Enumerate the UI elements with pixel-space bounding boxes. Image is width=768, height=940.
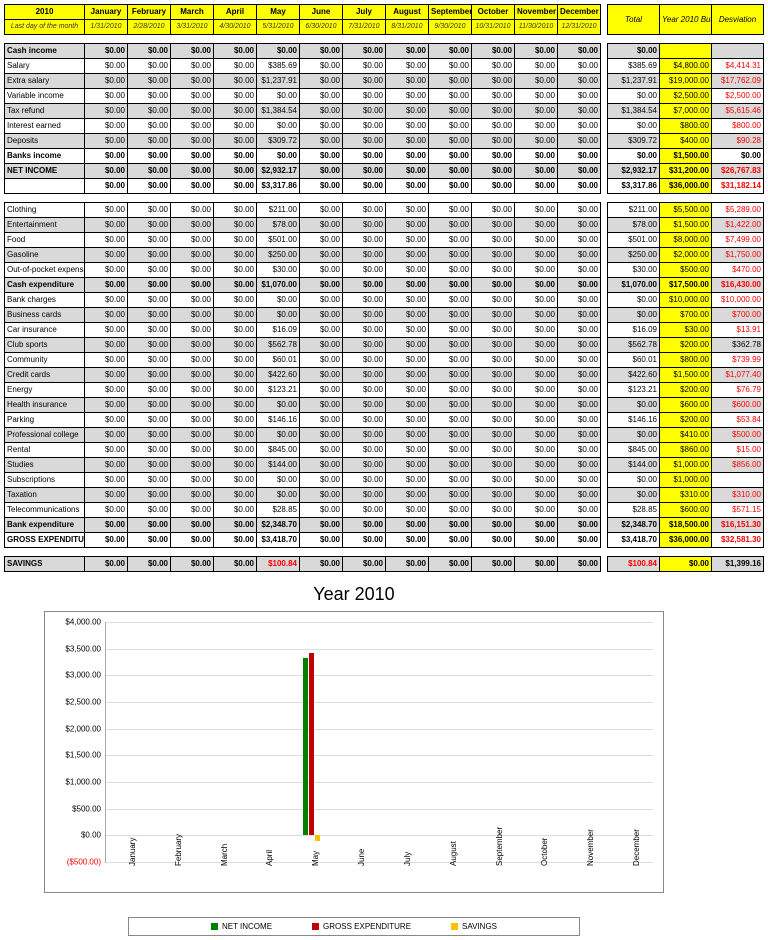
summary-row: $60.01$800.00$739.99 (608, 353, 764, 368)
table-row: Community$0.00$0.00$0.00$0.00$60.01$0.00… (5, 353, 601, 368)
summary-row: $250.00$2,000.00$1,750.00 (608, 248, 764, 263)
summary-table: TotalYear 2010 BudgetDesviation$0.00$385… (607, 4, 764, 572)
summary-row: $1,384.54$7,000.00$5,615.46 (608, 104, 764, 119)
chart-container: Year 2010 ($500.00)$0.00$500.00$1,000.00… (44, 584, 664, 936)
chart-title: Year 2010 (44, 584, 664, 605)
summary-row: $309.72$400.00$90.28 (608, 134, 764, 149)
table-row: Bank expenditure$0.00$0.00$0.00$0.00$2,3… (5, 518, 601, 533)
table-row: Rental$0.00$0.00$0.00$0.00$845.00$0.00$0… (5, 443, 601, 458)
table-row: Food$0.00$0.00$0.00$0.00$501.00$0.00$0.0… (5, 233, 601, 248)
budget-sheet: 2010JanuaryFebruaryMarchAprilMayJuneJuly… (4, 4, 764, 936)
summary-row: $0.00$310.00$310.00 (608, 488, 764, 503)
bar (303, 658, 308, 835)
legend-item: NET INCOME (211, 922, 272, 931)
table-row: NET INCOME$0.00$0.00$0.00$0.00$2,932.17$… (5, 164, 601, 179)
summary-row: $0.00$600.00$600.00 (608, 398, 764, 413)
table-row: Bank charges$0.00$0.00$0.00$0.00$0.00$0.… (5, 293, 601, 308)
table-row: Telecommunications$0.00$0.00$0.00$0.00$2… (5, 503, 601, 518)
summary-row: $845.00$860.00$15.00 (608, 443, 764, 458)
summary-row: $422.60$1,500.00$1,077.40 (608, 368, 764, 383)
summary-row: $0.00$410.00$500.00 (608, 428, 764, 443)
summary-row: $3,317.86$36,000.00$31,182.14 (608, 179, 764, 194)
table-row: Interest earned$0.00$0.00$0.00$0.00$0.00… (5, 119, 601, 134)
table-row: Variable income$0.00$0.00$0.00$0.00$0.00… (5, 89, 601, 104)
table-row: Extra salary$0.00$0.00$0.00$0.00$1,237.9… (5, 74, 601, 89)
summary-row: $385.69$4,800.00$4,414.31 (608, 59, 764, 74)
summary-row: $2,348.70$18,500.00$16,151.30 (608, 518, 764, 533)
summary-row: $0.00$2,500.00$2,500.00 (608, 89, 764, 104)
summary-row: $2,932.17$31,200.00$26,767.83 (608, 164, 764, 179)
summary-row: $562.78$200.00$362.78 (608, 338, 764, 353)
table-row: Tax refund$0.00$0.00$0.00$0.00$1,384.54$… (5, 104, 601, 119)
summary-row: $0.00$1,500.00$0.00 (608, 149, 764, 164)
table-row: Deposits$0.00$0.00$0.00$0.00$309.72$0.00… (5, 134, 601, 149)
summary-row: $1,237.91$19,000.00$17,762.09 (608, 74, 764, 89)
table-row: Out-of-pocket expenses$0.00$0.00$0.00$0.… (5, 263, 601, 278)
summary-row: $78.00$1,500.00$1,422.00 (608, 218, 764, 233)
table-row: Credit cards$0.00$0.00$0.00$0.00$422.60$… (5, 368, 601, 383)
table-row: SAVINGS$0.00$0.00$0.00$0.00$100.84$0.00$… (5, 557, 601, 572)
bar (309, 653, 314, 835)
table-row: Taxation$0.00$0.00$0.00$0.00$0.00$0.00$0… (5, 488, 601, 503)
summary-row: $501.00$8,000.00$7,499.00 (608, 233, 764, 248)
table-row: Cash income$0.00$0.00$0.00$0.00$0.00$0.0… (5, 44, 601, 59)
summary-row: $0.00$1,000.00 (608, 473, 764, 488)
table-row: Club sports$0.00$0.00$0.00$0.00$562.78$0… (5, 338, 601, 353)
summary-row: $0.00$700.00$700.00 (608, 308, 764, 323)
summary-row: $123.21$200.00$76.79 (608, 383, 764, 398)
table-row: Banks income$0.00$0.00$0.00$0.00$0.00$0.… (5, 149, 601, 164)
table-row: Clothing$0.00$0.00$0.00$0.00$211.00$0.00… (5, 203, 601, 218)
table-row: Subscriptions$0.00$0.00$0.00$0.00$0.00$0… (5, 473, 601, 488)
summary-row: $0.00 (608, 44, 764, 59)
summary-row: $30.00$500.00$470.00 (608, 263, 764, 278)
table-row: $0.00$0.00$0.00$0.00$3,317.86$0.00$0.00$… (5, 179, 601, 194)
legend-item: SAVINGS (451, 922, 497, 931)
summary-row: $146.16$200.00$53.84 (608, 413, 764, 428)
summary-row: $28.85$600.00$571.15 (608, 503, 764, 518)
summary-row: $0.00$800.00$800.00 (608, 119, 764, 134)
summary-row: $100.84$0.00$1,399.16 (608, 557, 764, 572)
table-row: Studies$0.00$0.00$0.00$0.00$144.00$0.00$… (5, 458, 601, 473)
table-row: Entertainment$0.00$0.00$0.00$0.00$78.00$… (5, 218, 601, 233)
summary-row: $0.00$10,000.00$10,000.00 (608, 293, 764, 308)
summary-row: $144.00$1,000.00$856.00 (608, 458, 764, 473)
table-row: Gasoline$0.00$0.00$0.00$0.00$250.00$0.00… (5, 248, 601, 263)
chart-legend: NET INCOME GROSS EXPENDITURE SAVINGS (128, 917, 580, 936)
table-row: Cash expenditure$0.00$0.00$0.00$0.00$1,0… (5, 278, 601, 293)
summary-row: $3,418.70$36,000.00$32,581.30 (608, 533, 764, 548)
summary-row: $1,070.00$17,500.00$16,430.00 (608, 278, 764, 293)
table-row: Salary$0.00$0.00$0.00$0.00$385.69$0.00$0… (5, 59, 601, 74)
bar (315, 835, 320, 840)
table-row: Business cards$0.00$0.00$0.00$0.00$0.00$… (5, 308, 601, 323)
summary-row: $16.09$30.00$13.91 (608, 323, 764, 338)
main-table: 2010JanuaryFebruaryMarchAprilMayJuneJuly… (4, 4, 601, 572)
legend-item: GROSS EXPENDITURE (312, 922, 411, 931)
table-row: GROSS EXPENDITURE$0.00$0.00$0.00$0.00$3,… (5, 533, 601, 548)
bar-chart: ($500.00)$0.00$500.00$1,000.00$1,500.00$… (44, 611, 664, 893)
table-row: Energy$0.00$0.00$0.00$0.00$123.21$0.00$0… (5, 383, 601, 398)
table-row: Professional college$0.00$0.00$0.00$0.00… (5, 428, 601, 443)
summary-row: $211.00$5,500.00$5,289.00 (608, 203, 764, 218)
table-row: Car insurance$0.00$0.00$0.00$0.00$16.09$… (5, 323, 601, 338)
table-row: Health insurance$0.00$0.00$0.00$0.00$0.0… (5, 398, 601, 413)
table-row: Parking$0.00$0.00$0.00$0.00$146.16$0.00$… (5, 413, 601, 428)
